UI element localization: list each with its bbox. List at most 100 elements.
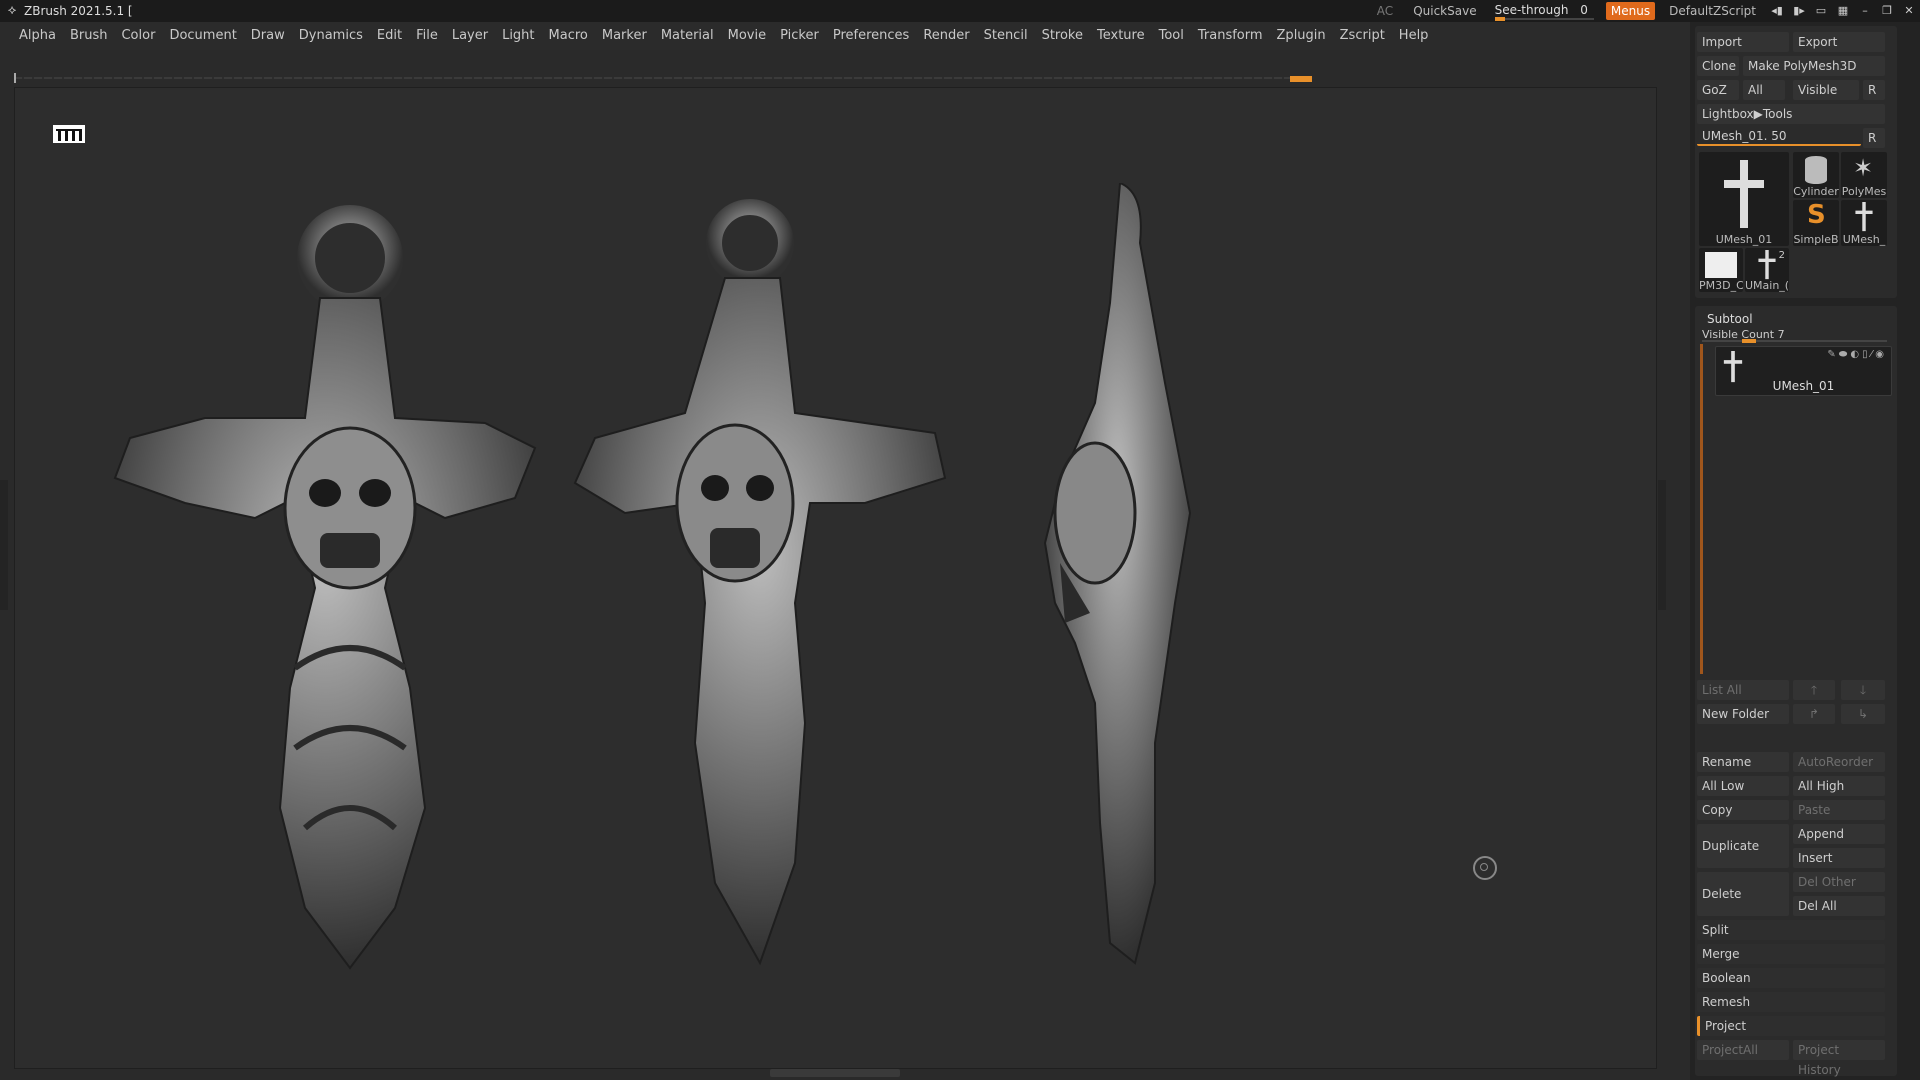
clone-button[interactable]: Clone — [1697, 56, 1739, 76]
tool-thumb-cylinder[interactable]: Cylinder — [1793, 152, 1839, 198]
tool-thumb-umain[interactable]: 2 UMain_( — [1745, 248, 1789, 292]
insert-button[interactable]: Insert — [1793, 848, 1885, 868]
canvas-viewport[interactable] — [14, 87, 1657, 1069]
current-tool-slider[interactable]: UMesh_01. 50 — [1697, 126, 1861, 146]
timeline-start-marker — [14, 73, 16, 83]
delete-button[interactable]: Delete — [1697, 872, 1789, 916]
subtool-scrollbar[interactable] — [1700, 344, 1703, 674]
main-menu-bar: Alpha Brush Color Document Draw Dynamics… — [0, 22, 1702, 50]
tool-thumb-umesh[interactable]: UMesh_ — [1841, 200, 1887, 246]
make-polymesh-button[interactable]: Make PolyMesh3D — [1743, 56, 1885, 76]
tool-thumb-umesh01[interactable]: UMesh_01 — [1699, 152, 1789, 246]
menus-toggle[interactable]: Menus — [1605, 2, 1656, 20]
menu-tool[interactable]: Tool — [1152, 22, 1191, 50]
del-all-button[interactable]: Del All — [1793, 896, 1885, 916]
menu-brush[interactable]: Brush — [63, 22, 115, 50]
merge-menu[interactable]: Merge — [1697, 944, 1885, 964]
menu-document[interactable]: Document — [162, 22, 243, 50]
lightbox-tools-button[interactable]: Lightbox▶Tools — [1697, 104, 1885, 124]
menu-zscript[interactable]: Zscript — [1333, 22, 1392, 50]
split-menu[interactable]: Split — [1697, 920, 1885, 940]
append-button[interactable]: Append — [1793, 824, 1885, 844]
menu-zplugin[interactable]: Zplugin — [1270, 22, 1333, 50]
menu-macro[interactable]: Macro — [542, 22, 595, 50]
menu-file[interactable]: File — [409, 22, 445, 50]
export-button[interactable]: Export — [1793, 32, 1885, 52]
boolean-menu[interactable]: Boolean — [1697, 968, 1885, 988]
eye-icon[interactable]: ◉ — [1875, 349, 1887, 360]
import-button[interactable]: Import — [1697, 32, 1789, 52]
menu-movie[interactable]: Movie — [721, 22, 773, 50]
bottom-tray-handle[interactable] — [770, 1069, 900, 1077]
menu-color[interactable]: Color — [114, 22, 162, 50]
brush-icon[interactable]: ✎ — [1827, 349, 1838, 360]
menu-render[interactable]: Render — [916, 22, 976, 50]
list-all-button[interactable]: List All — [1697, 680, 1789, 700]
project-menu[interactable]: Project — [1697, 1016, 1885, 1036]
quicksave-button[interactable]: QuickSave — [1403, 0, 1486, 22]
default-zscript-button[interactable]: DefaultZScript — [1659, 0, 1766, 22]
autoreorder-button[interactable]: AutoReorder — [1793, 752, 1885, 772]
window-layout-icon[interactable]: ▭ — [1810, 0, 1832, 22]
menu-picker[interactable]: Picker — [773, 22, 826, 50]
tool-thumb-polymesh[interactable]: ✶ PolyMes — [1841, 152, 1887, 198]
menu-dynamics[interactable]: Dynamics — [292, 22, 370, 50]
duplicate-button[interactable]: Duplicate — [1697, 824, 1789, 868]
menu-preferences[interactable]: Preferences — [826, 22, 916, 50]
folder-icon[interactable]: ▯ — [1862, 349, 1871, 360]
menu-help[interactable]: Help — [1392, 22, 1436, 50]
goz-r-button[interactable]: R — [1863, 80, 1885, 100]
toggle-icon[interactable]: ⬬ — [1839, 349, 1851, 360]
paste-button[interactable]: Paste — [1793, 800, 1885, 820]
menu-material[interactable]: Material — [654, 22, 721, 50]
close-icon[interactable]: ✕ — [1898, 0, 1920, 22]
del-other-button[interactable]: Del Other — [1793, 872, 1885, 892]
timeline-current-marker[interactable] — [1290, 76, 1312, 82]
projectall-button[interactable]: ProjectAll — [1697, 1040, 1789, 1060]
layout-prev-icon[interactable]: ◂▮ — [1766, 0, 1788, 22]
menu-transform[interactable]: Transform — [1191, 22, 1270, 50]
menu-layer[interactable]: Layer — [445, 22, 495, 50]
rename-button[interactable]: Rename — [1697, 752, 1789, 772]
menu-alpha[interactable]: Alpha — [12, 22, 63, 50]
menu-texture[interactable]: Texture — [1090, 22, 1152, 50]
seethrough-slider[interactable]: See-through 0 — [1487, 0, 1602, 22]
floor-grid-icon[interactable] — [53, 125, 85, 143]
current-tool-r-button[interactable]: R — [1863, 128, 1885, 148]
move-up-icon[interactable]: 🡑 — [1793, 680, 1835, 700]
subtool-list[interactable]: ✎⬬◐▯⁄◉ UMesh_01 — [1700, 344, 1896, 674]
copy-button[interactable]: Copy — [1697, 800, 1789, 820]
menu-light[interactable]: Light — [495, 22, 541, 50]
project-history-button[interactable]: Project History — [1793, 1040, 1885, 1077]
mask-icon[interactable]: ◐ — [1850, 349, 1862, 360]
window-tile-icon[interactable]: ▦ — [1832, 0, 1854, 22]
folder-up-icon[interactable]: ↱ — [1793, 704, 1835, 724]
all-low-button[interactable]: All Low — [1697, 776, 1789, 796]
menu-draw[interactable]: Draw — [244, 22, 292, 50]
all-high-button[interactable]: All High — [1793, 776, 1885, 796]
menu-marker[interactable]: Marker — [595, 22, 654, 50]
subtool-item-umesh01[interactable]: ✎⬬◐▯⁄◉ UMesh_01 — [1715, 346, 1892, 396]
tool-thumb-pm3d[interactable]: PM3D_C — [1699, 248, 1743, 292]
move-down-icon[interactable]: 🡓 — [1841, 680, 1885, 700]
goz-visible-button[interactable]: Visible — [1793, 80, 1859, 100]
minimize-icon[interactable]: – — [1854, 0, 1876, 22]
goz-button[interactable]: GoZ — [1697, 80, 1739, 100]
right-tray-handle[interactable] — [1658, 480, 1666, 610]
menu-stroke[interactable]: Stroke — [1035, 22, 1090, 50]
remesh-menu[interactable]: Remesh — [1697, 992, 1885, 1012]
tool-thumb-simplebrush[interactable]: S SimpleB — [1793, 200, 1839, 246]
goz-all-button[interactable]: All — [1743, 80, 1785, 100]
left-tray-handle[interactable] — [0, 480, 8, 610]
subtool-title[interactable]: Subtool — [1707, 312, 1753, 326]
menu-edit[interactable]: Edit — [370, 22, 409, 50]
ac-toggle[interactable]: AC — [1367, 0, 1403, 22]
title-bar-controls: AC QuickSave See-through 0 Menus Default… — [1367, 0, 1920, 22]
new-folder-button[interactable]: New Folder — [1697, 704, 1789, 724]
folder-down-icon[interactable]: ↳ — [1841, 704, 1885, 724]
menu-stencil[interactable]: Stencil — [977, 22, 1035, 50]
visible-count-track[interactable] — [1702, 339, 1887, 343]
timeline-track[interactable] — [14, 73, 1314, 83]
layout-next-icon[interactable]: ▮▸ — [1788, 0, 1810, 22]
maximize-icon[interactable]: ❐ — [1876, 0, 1898, 22]
